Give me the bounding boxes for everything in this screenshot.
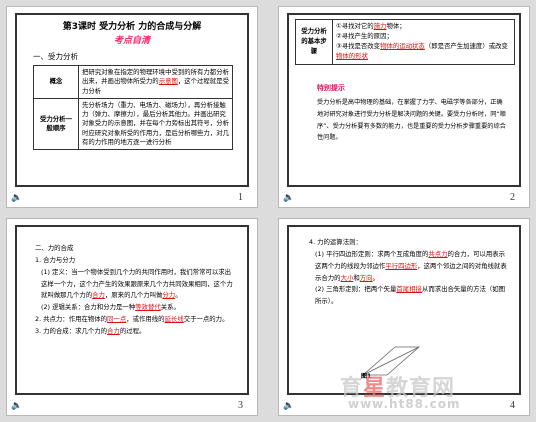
tip-paragraph: 受力分析是高中物理的基础，在掌握了力学、电磁学等各部分，正确地对研究对象进行受力…	[317, 99, 506, 142]
slide-3[interactable]: 二、力的合成 1. 合力与分力 (1) 定义：当一个物体受到几个力的共同作用时，…	[6, 218, 258, 416]
page-number: 2	[510, 192, 515, 203]
slide-grid: 第3课时 受力分析 力的合成与分解 考点自清 一、受力分析 概念 把研究对象在指…	[0, 0, 536, 422]
speaker-icon[interactable]: 🔈	[283, 401, 294, 411]
watermark-url: www.ht88.com	[348, 397, 461, 411]
text-line: 二、力的合成	[35, 244, 74, 252]
slide-2[interactable]: 受力分析的基本步骤 ①寻找对它的施力物体； ②寻找产生的原因； ③寻找是否改变物…	[278, 6, 530, 208]
table-row: 概念 把研究对象在指定的物理环境中受到的所有力都分析出来，并画出物体所受力的示意…	[33, 65, 233, 99]
text-line: (1) 定义：当一个物体受到几个力的共同作用时，我们常常可以求出这样一个力，这个…	[41, 267, 233, 300]
table-row: 受力分析的基本步骤 ①寻找对它的施力物体； ②寻找产生的原因； ③寻找是否改变物…	[295, 19, 515, 65]
row-header: 概念	[33, 65, 79, 99]
speaker-icon[interactable]: 🔈	[283, 193, 294, 203]
list-item: ③寻找是否改变物体的运动状态（即是否产生加速度）或改变物体的形状	[336, 41, 508, 60]
speaker-icon[interactable]: 🔈	[11, 193, 22, 203]
speaker-icon[interactable]: 🔈	[11, 401, 22, 411]
slide-subtitle: 考点自清	[113, 36, 150, 46]
text-line: 2. 共点力：作用在物体的同一点，或作用线的延长线交于一点的力。	[35, 315, 229, 324]
page-number: 1	[238, 192, 243, 203]
steps-table: 受力分析的基本步骤 ①寻找对它的施力物体； ②寻找产生的原因； ③寻找是否改变物…	[295, 19, 515, 65]
page-number: 3	[238, 400, 243, 411]
list-item: ①寻找对它的施力物体；	[336, 22, 406, 30]
section-heading: 一、受力分析	[33, 52, 78, 61]
row-header: 受力分析的基本步骤	[295, 19, 333, 65]
concept-table: 概念 把研究对象在指定的物理环境中受到的所有力都分析出来，并画出物体所受力的示意…	[33, 65, 233, 151]
slide-body: 二、力的合成 1. 合力与分力 (1) 定义：当一个物体受到几个力的共同作用时，…	[35, 243, 235, 338]
row-header: 受力分析一般顺序	[33, 97, 79, 151]
text-line: (1) 平行四边形定则：求两个互成角度的共点力的合力，可以用表示这两个力的线段为…	[315, 249, 507, 282]
text-line: (2) 三角形定则：把两个矢量首尾相接从而求出合矢量的方法（如图所示）。	[315, 285, 506, 306]
slide-body: 4. 力的运算法则： (1) 平行四边形定则：求两个互成角度的共点力的合力，可以…	[309, 237, 509, 308]
text-line: 4. 力的运算法则：	[309, 238, 362, 246]
slide-title: 第3课时 受力分析 力的合成与分解	[62, 22, 202, 32]
text-line: 3. 力的合成：求几个力的合力的过程。	[35, 326, 146, 335]
row-content: ①寻找对它的施力物体； ②寻找产生的原因； ③寻找是否改变物体的运动状态（即是否…	[332, 19, 515, 65]
slide-1[interactable]: 第3课时 受力分析 力的合成与分解 考点自清 一、受力分析 概念 把研究对象在指…	[6, 6, 258, 208]
tip-heading: 特别提示	[317, 84, 345, 92]
site-watermark: 育星教育网 www.ht88.com	[340, 370, 530, 416]
list-item: ②寻找产生的原因；	[336, 31, 393, 40]
text-line: (2) 逻辑关系：合力和分力是一种等效替代关系。	[41, 303, 180, 312]
row-content: 把研究对象在指定的物理环境中受到的所有力都分析出来，并画出物体所受力的示意图，这…	[78, 65, 233, 99]
table-row: 受力分析一般顺序 先分析场力（重力、电场力、磁场力），再分析接触力（弹力、摩擦力…	[33, 97, 233, 151]
text-line: 1. 合力与分力	[35, 255, 76, 264]
row-content: 先分析场力（重力、电场力、磁场力），再分析接触力（弹力、摩擦力），最后分析其他力…	[78, 97, 233, 151]
